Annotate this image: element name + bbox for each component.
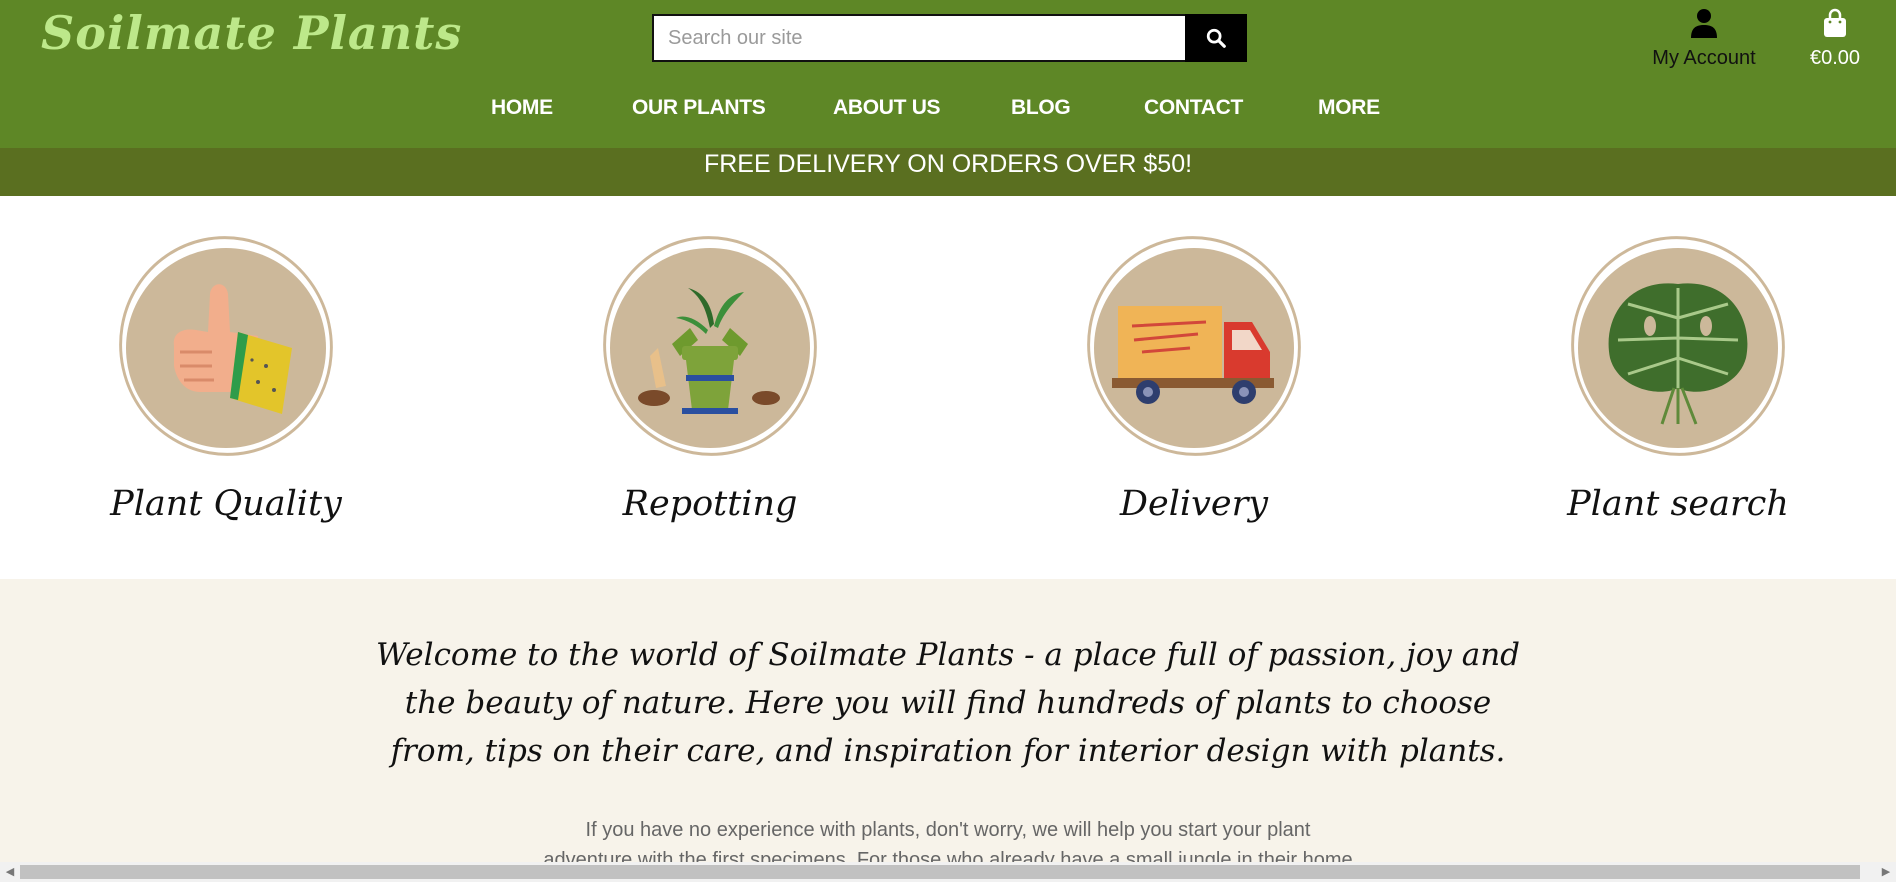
nav-home[interactable]: HOME [491,96,553,120]
feature-title: Plant Quality [110,484,342,524]
welcome-section: Welcome to the world of Soilmate Plants … [0,579,1896,882]
feature-plant-quality[interactable]: Plant Quality [86,216,354,556]
scrollbar-thumb[interactable] [20,865,1860,879]
search-icon [1206,28,1226,48]
nav-about-us[interactable]: ABOUT US [833,96,941,120]
nav-more[interactable]: MORE [1318,96,1380,120]
feature-plant-search[interactable]: Plant search [1538,216,1806,556]
shopping-bag-link[interactable]: €0.00 [1800,8,1870,70]
delivery-truck-icon [1112,306,1274,404]
my-account-label: My Account [1652,47,1756,69]
monstera-leaf-icon [1608,283,1748,425]
nav-blog[interactable]: BLOG [1011,96,1071,120]
search-input[interactable] [652,14,1185,62]
thumbs-up-icon [173,284,292,414]
potted-plant-icon [638,288,780,414]
feature-title: Repotting [622,484,798,524]
user-icon [1691,9,1717,38]
nav-contact[interactable]: CONTACT [1144,96,1243,120]
feature-repotting[interactable]: Repotting [570,216,838,556]
my-account-link[interactable]: My Account [1640,8,1768,70]
feature-title: Plant search [1567,484,1789,524]
features-section: Plant Quality Repotting Delivery Plant s… [0,196,1896,579]
main-navigation: HOME OUR PLANTS ABOUT US BLOG CONTACT MO… [0,96,1896,130]
site-logo[interactable]: Soilmate Plants [41,6,462,60]
horizontal-scrollbar[interactable]: ◀ ▶ [0,862,1896,882]
free-delivery-banner: FREE DELIVERY ON ORDERS OVER $50! [0,148,1896,196]
cart-total: €0.00 [1809,47,1861,69]
search-button[interactable] [1185,14,1247,62]
shopping-bag-icon [1824,8,1846,37]
scroll-right-arrow-icon[interactable]: ▶ [1880,866,1892,878]
site-header: Soilmate Plants My Account €0.00 HOME OU… [0,0,1896,148]
feature-delivery[interactable]: Delivery [1054,216,1322,556]
scroll-left-arrow-icon[interactable]: ◀ [4,866,16,878]
search-form [652,14,1247,62]
welcome-heading: Welcome to the world of Soilmate Plants … [375,637,1521,769]
free-delivery-text: FREE DELIVERY ON ORDERS OVER $50! [703,150,1193,178]
nav-our-plants[interactable]: OUR PLANTS [632,96,766,120]
feature-title: Delivery [1119,484,1269,524]
